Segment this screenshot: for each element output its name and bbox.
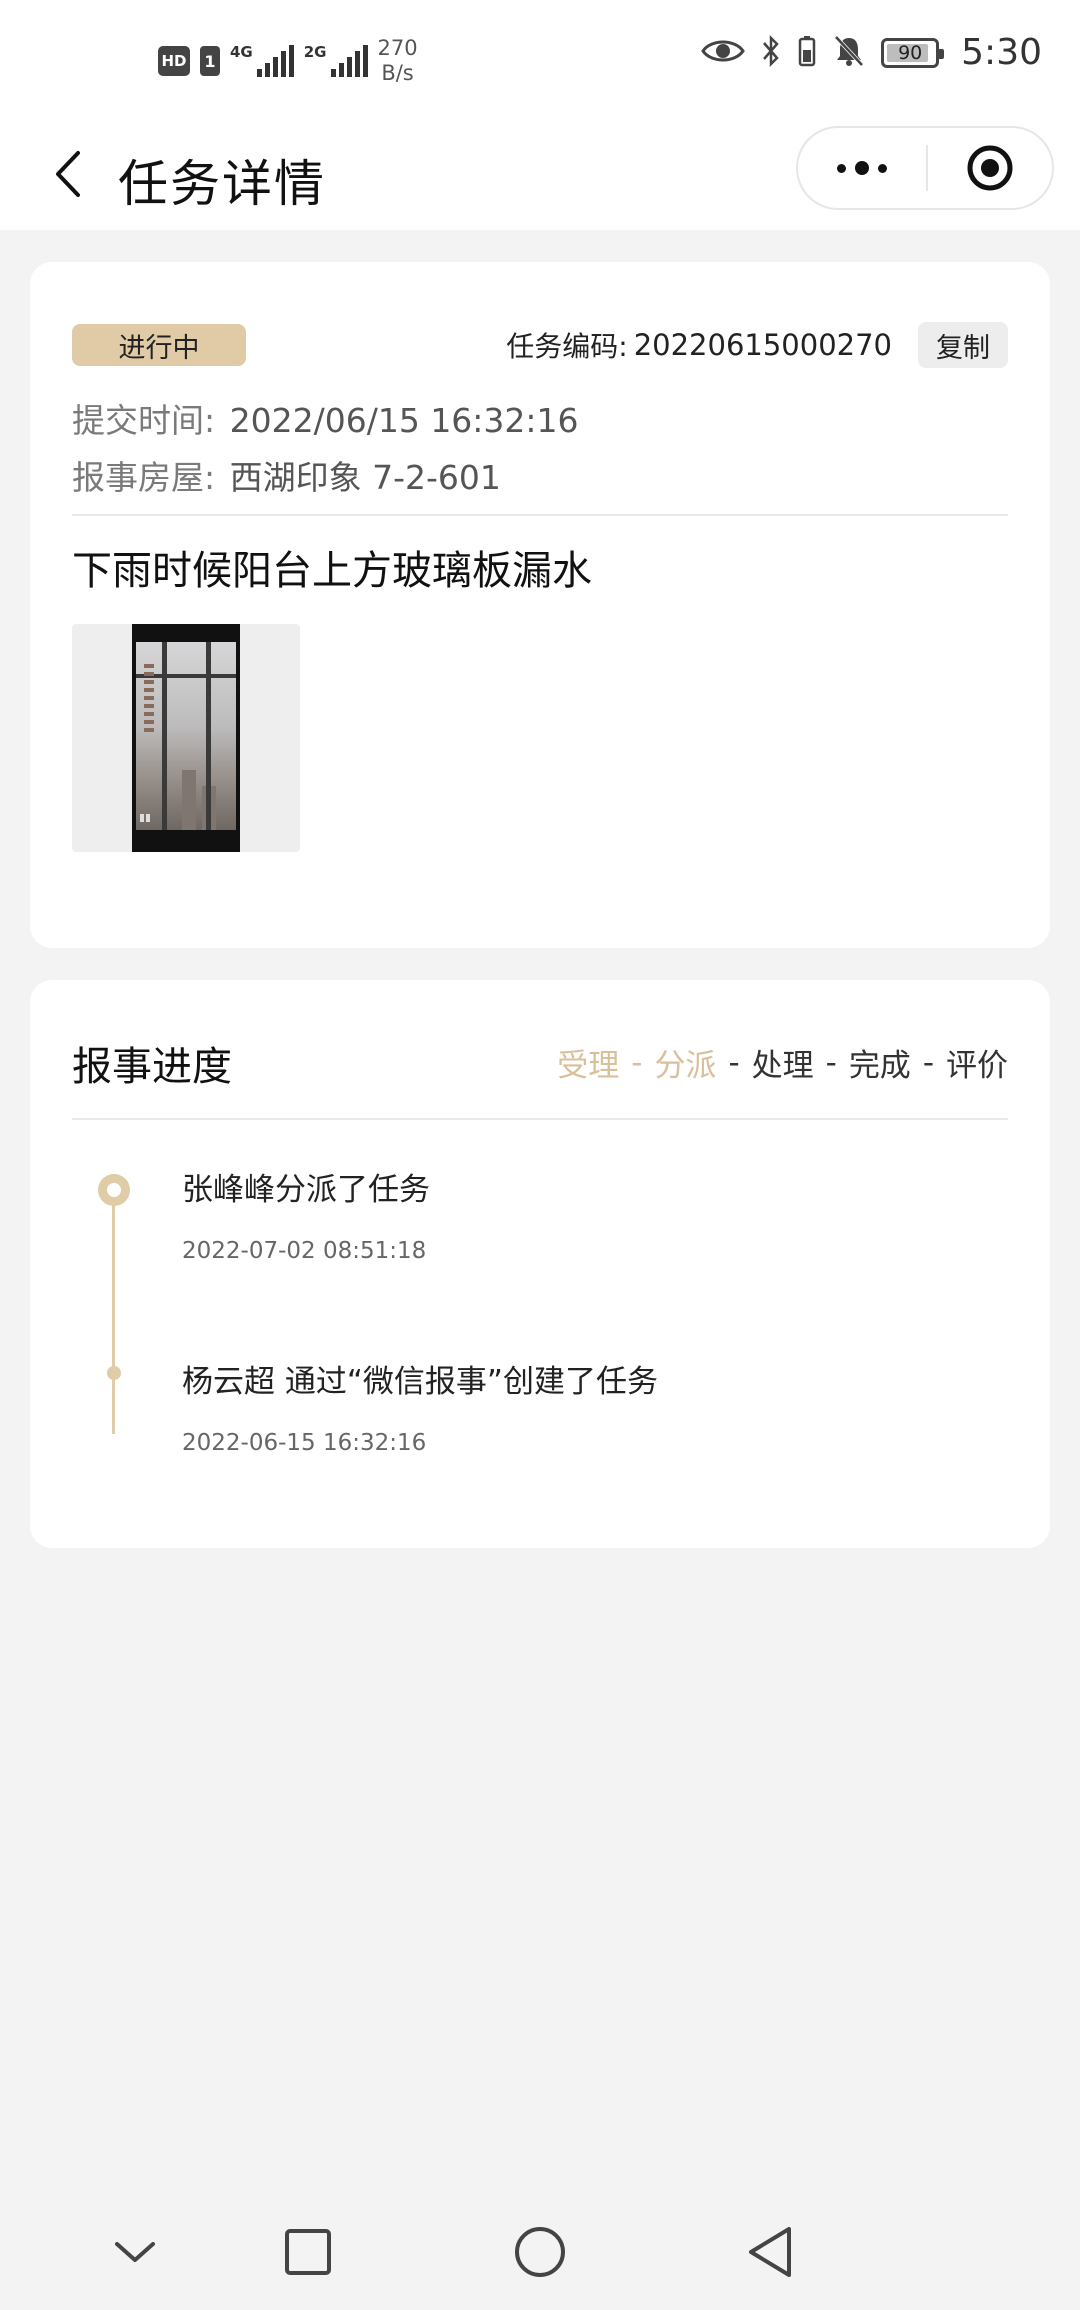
timeline-event-time: 2022-06-15 16:32:16 xyxy=(182,1430,427,1456)
step-separator: - xyxy=(728,1044,740,1081)
more-dot xyxy=(837,163,846,173)
network-type-label: 4G xyxy=(230,43,253,61)
divider xyxy=(72,514,1008,516)
status-bar: HD 1 4G 2G 270 B/s 90 5:30 xyxy=(0,0,1080,120)
circle-icon xyxy=(515,2227,565,2277)
signal-2g-icon: 2G xyxy=(304,45,368,77)
hd-icon: HD xyxy=(158,46,190,76)
triangle-back-icon xyxy=(749,2227,791,2277)
step-separator: - xyxy=(922,1044,934,1081)
status-left: HD 1 4G 2G 270 B/s xyxy=(158,36,418,86)
nav-header: 任务详情 xyxy=(0,120,1080,230)
battery-level: 90 xyxy=(898,41,923,64)
submit-time-row: 提交时间: 2022/06/15 16:32:16 xyxy=(72,394,579,442)
network-type-label: 2G xyxy=(303,43,327,61)
progress-card: 报事进度 受理 - 分派 - 处理 - 完成 - 评价 张峰峰分派了任务 202… xyxy=(30,980,1050,1548)
step-dispatch: 分派 xyxy=(654,1048,717,1084)
nav-recents-button[interactable] xyxy=(268,2212,348,2292)
timeline-event-time: 2022-07-02 08:51:18 xyxy=(182,1238,427,1264)
house-label: 报事房屋: xyxy=(72,458,216,497)
vibrate-battery-icon xyxy=(797,34,817,72)
back-button[interactable] xyxy=(38,142,98,206)
divider xyxy=(72,1118,1008,1120)
bluetooth-icon xyxy=(761,34,781,72)
task-description: 下雨时候阳台上方玻璃板漏水 xyxy=(72,548,592,594)
eye-icon xyxy=(701,36,745,70)
sim-icon: 1 xyxy=(200,46,220,76)
step-separator: - xyxy=(825,1044,837,1081)
house-row: 报事房屋: 西湖印象 7-2-601 xyxy=(72,451,501,499)
nav-hide-button[interactable] xyxy=(95,2212,175,2292)
square-icon xyxy=(285,2229,331,2275)
timeline-event-text: 杨云超 通过“微信报事”创建了任务 xyxy=(182,1364,658,1400)
step-complete: 完成 xyxy=(848,1048,911,1084)
target-close-icon xyxy=(967,145,1013,191)
submit-time-label: 提交时间: xyxy=(72,401,216,440)
network-speed-value: 270 xyxy=(377,36,418,60)
timeline-event-text: 张峰峰分派了任务 xyxy=(182,1172,430,1208)
video-thumbnail-image xyxy=(132,624,240,852)
timeline-dot xyxy=(107,1366,121,1380)
mute-bell-icon xyxy=(833,34,865,72)
battery-icon: 90 xyxy=(881,37,945,68)
more-dot xyxy=(855,161,869,175)
mini-program-capsule xyxy=(796,126,1054,210)
timeline-current-dot xyxy=(98,1174,130,1206)
house-value: 西湖印象 7-2-601 xyxy=(229,458,501,497)
more-button[interactable] xyxy=(798,128,926,208)
task-code-row: 任务编码: 20220615000270 复制 xyxy=(506,322,1008,368)
task-detail-card: 进行中 任务编码: 20220615000270 复制 提交时间: 2022/0… xyxy=(30,262,1050,948)
clock: 5:30 xyxy=(961,32,1042,73)
task-code-label: 任务编码: xyxy=(506,330,628,363)
timeline-line xyxy=(112,1194,115,1434)
step-accept: 受理 xyxy=(557,1048,620,1084)
submit-time-value: 2022/06/15 16:32:16 xyxy=(229,401,579,440)
close-button[interactable] xyxy=(928,143,1052,193)
page-title: 任务详情 xyxy=(118,155,326,213)
signal-4g-icon: 4G xyxy=(230,45,294,77)
system-nav-bar xyxy=(0,2192,1080,2310)
attachment-thumbnail[interactable] xyxy=(72,624,300,852)
status-right: 90 5:30 xyxy=(701,32,1042,73)
step-separator: - xyxy=(631,1044,643,1081)
chevron-left-icon xyxy=(56,151,80,197)
status-badge: 进行中 xyxy=(72,324,246,366)
nav-home-button[interactable] xyxy=(500,2212,580,2292)
more-dot xyxy=(878,163,887,173)
step-review: 评价 xyxy=(946,1048,1008,1084)
copy-button[interactable]: 复制 xyxy=(918,322,1008,368)
progress-steps: 受理 - 分派 - 处理 - 完成 - 评价 xyxy=(557,1040,1008,1085)
network-speed: 270 B/s xyxy=(378,36,418,86)
chevron-down-icon xyxy=(115,2242,155,2262)
network-speed-unit: B/s xyxy=(381,61,414,85)
progress-title: 报事进度 xyxy=(72,1044,232,1090)
nav-back-button[interactable] xyxy=(730,2212,810,2292)
step-process: 处理 xyxy=(751,1048,814,1084)
task-code-value: 20220615000270 xyxy=(633,328,892,362)
